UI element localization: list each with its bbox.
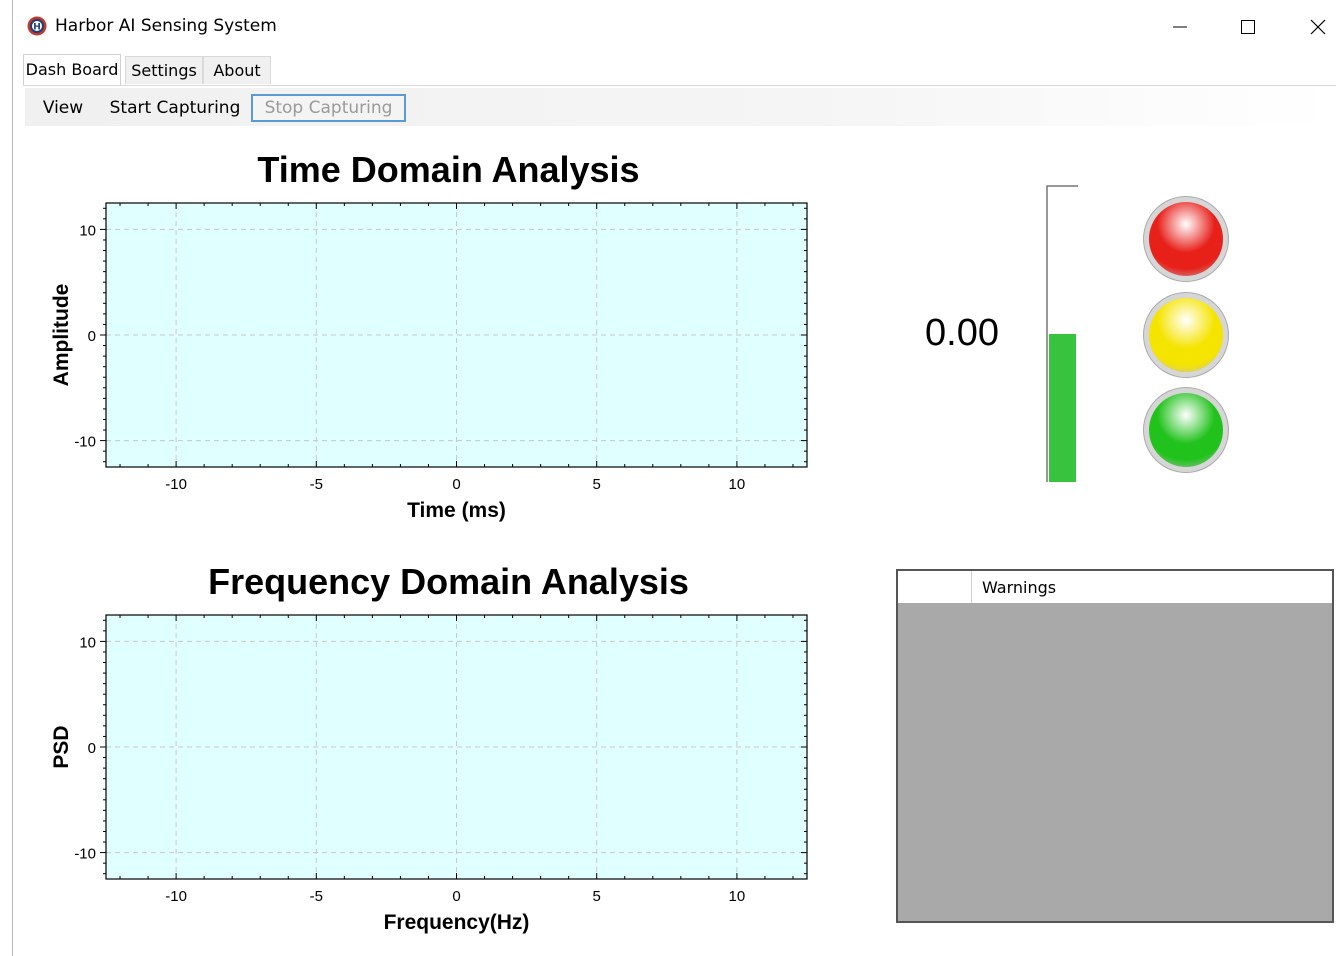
y-axis-label: Amplitude: [50, 284, 73, 387]
svg-text:H: H: [33, 23, 41, 33]
maximize-button[interactable]: [1227, 11, 1267, 41]
stop-capturing-button: Stop Capturing: [251, 94, 406, 122]
x-tick-label: 0: [452, 888, 460, 905]
frequency-domain-chart: Frequency Domain Analysis -10 -5 0 5 10 10 0 -10…: [50, 561, 808, 934]
tab-about[interactable]: About: [203, 56, 271, 84]
x-tick-label: 5: [593, 888, 601, 905]
x-tick-label: 10: [729, 888, 746, 905]
y-tick-label: 0: [88, 740, 96, 757]
tab-label: About: [213, 61, 261, 80]
x-tick-label: 5: [593, 476, 601, 493]
tab-label: Dash Board: [25, 60, 119, 79]
maximize-icon: [1241, 20, 1255, 34]
tab-divider: [23, 85, 1336, 86]
tab-label: Settings: [131, 61, 197, 80]
start-capturing-button[interactable]: Start Capturing: [109, 94, 241, 122]
y-axis-label: PSD: [50, 725, 73, 768]
x-tick-label: 10: [729, 476, 746, 493]
x-tick-label: -5: [310, 888, 323, 905]
x-tick-label: -10: [165, 476, 187, 493]
tab-dash-board[interactable]: Dash Board: [23, 54, 121, 86]
minimize-button[interactable]: [1159, 11, 1199, 41]
chart-title: Time Domain Analysis: [257, 149, 639, 190]
green-status-light: [1149, 393, 1223, 467]
x-tick-label: 0: [452, 476, 460, 493]
y-tick-label: -10: [74, 434, 96, 451]
time-domain-chart: Time Domain Analysis -10 -5 0 5 10 10 0 -10 Time …: [50, 149, 808, 522]
red-status-light: [1149, 202, 1223, 276]
y-tick-label: -10: [74, 846, 96, 863]
close-button[interactable]: [1297, 11, 1336, 41]
charts-area: Time Domain Analysis -10 -5 0 5 10 10 0 -10 Time …: [50, 149, 808, 934]
warnings-grid[interactable]: Warnings: [896, 569, 1334, 923]
y-tick-label: 10: [79, 222, 96, 239]
warnings-column-header[interactable]: Warnings: [982, 578, 1056, 597]
x-tick-label: -10: [165, 888, 187, 905]
gauge-value: 0.00: [925, 312, 999, 354]
y-tick-label: 0: [88, 328, 96, 345]
x-axis-label: Frequency(Hz): [384, 911, 530, 934]
app-logo-icon: H: [27, 16, 47, 36]
yellow-status-light: [1149, 298, 1223, 372]
y-tick-label: 10: [79, 634, 96, 651]
gauge-level-bar: [1049, 333, 1076, 482]
tab-settings[interactable]: Settings: [125, 56, 203, 84]
title-bar[interactable]: H Harbor AI Sensing System: [13, 0, 1336, 50]
app-window: H Harbor AI Sensing System Dash Board Se…: [12, 0, 1336, 956]
minimize-icon: [1173, 26, 1187, 28]
view-menu-button[interactable]: View: [35, 94, 91, 122]
window-title: Harbor AI Sensing System: [55, 16, 277, 36]
x-tick-label: -5: [310, 476, 323, 493]
chart-title: Frequency Domain Analysis: [208, 561, 689, 602]
close-icon: [1310, 19, 1326, 35]
x-axis-label: Time (ms): [407, 499, 506, 522]
row-header-cell[interactable]: [898, 571, 972, 603]
toolbar: View Start Capturing Stop Capturing: [25, 88, 1336, 126]
warnings-header-row: Warnings: [898, 571, 1332, 603]
